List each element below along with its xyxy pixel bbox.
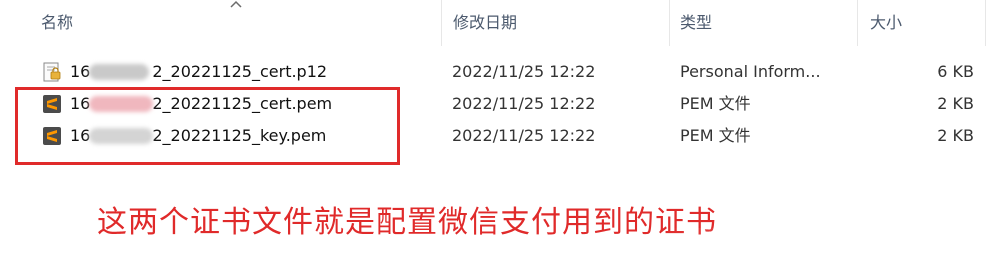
file-modified: 2022/11/25 12:22 (452, 94, 596, 113)
annotation-text: 这两个证书文件就是配置微信支付用到的证书 (97, 205, 717, 240)
highlight-box (15, 87, 400, 165)
column-divider[interactable] (857, 0, 858, 46)
redacted-text (89, 64, 149, 80)
column-header-type[interactable]: 类型 (680, 0, 712, 46)
column-divider[interactable] (441, 0, 442, 46)
watermark-fade (660, 228, 1004, 272)
file-type: PEM 文件 (680, 94, 751, 113)
file-type: Personal Inform... (680, 62, 821, 81)
file-row-cert-p12[interactable]: 16 2_20221125_cert.p12 2022/11/25 12:22 P… (0, 56, 1004, 88)
file-size: 2 KB (937, 94, 974, 113)
column-divider[interactable] (669, 0, 670, 46)
column-header-modified[interactable]: 修改日期 (453, 0, 517, 46)
sort-ascending-icon[interactable] (228, 0, 244, 10)
column-header: 名称 修改日期 类型 大小 (0, 0, 1004, 46)
certificate-icon (43, 62, 61, 82)
file-size: 2 KB (937, 126, 974, 145)
column-header-size[interactable]: 大小 (870, 0, 902, 46)
file-type: PEM 文件 (680, 126, 751, 145)
column-divider[interactable] (985, 0, 986, 46)
column-header-name[interactable]: 名称 (41, 0, 73, 46)
file-modified: 2022/11/25 12:22 (452, 126, 596, 145)
file-modified: 2022/11/25 12:22 (452, 62, 596, 81)
file-size: 6 KB (937, 62, 974, 81)
